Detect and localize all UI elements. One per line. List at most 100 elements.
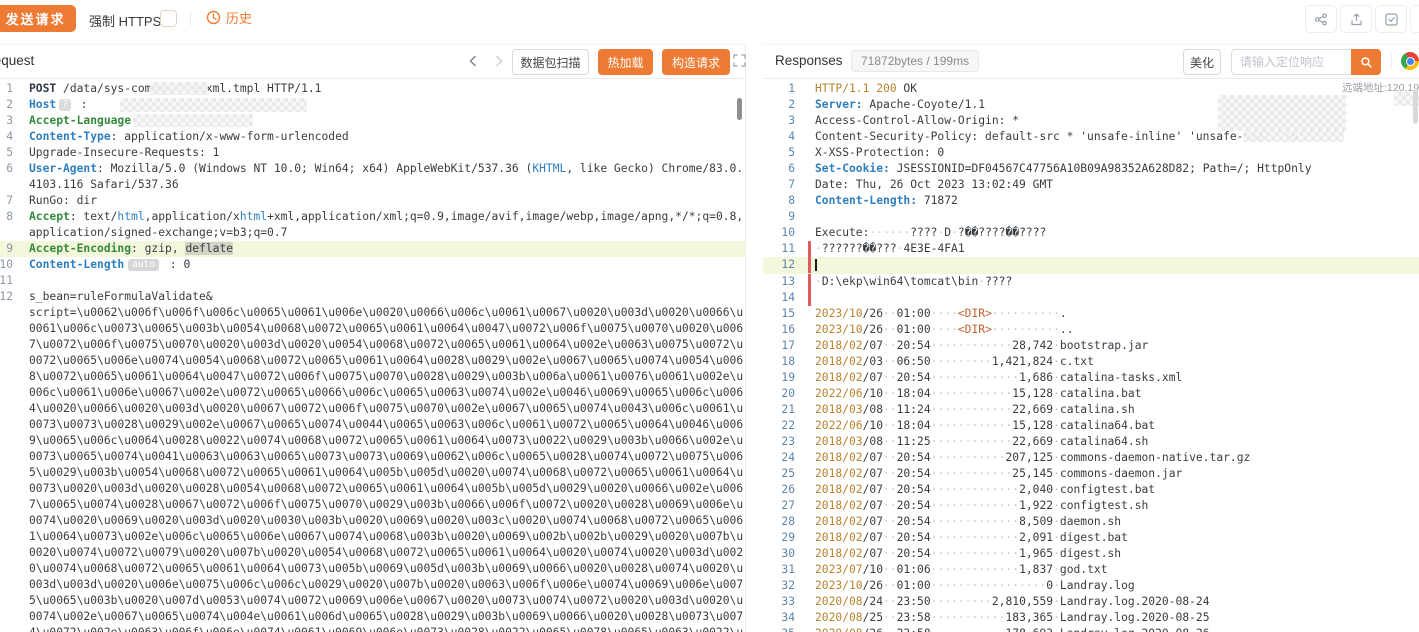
line-number: 16 xyxy=(763,322,795,338)
blur-overlay xyxy=(133,114,253,127)
code-line: 342020/08/25··23:58···········183,365·La… xyxy=(763,610,1419,626)
line-number: 10 xyxy=(0,257,13,273)
chevron-left-icon xyxy=(466,54,484,68)
code-line: 202022/06/10··18:04············15,128·ca… xyxy=(763,386,1419,402)
code-line: 12 xyxy=(763,257,1419,274)
code-line: 212018/03/08··11:24············22,669·ca… xyxy=(763,402,1419,418)
check-square-icon xyxy=(1385,13,1398,26)
line-number: 24 xyxy=(763,450,795,466)
line-number: 1 xyxy=(0,81,13,97)
code-line: 192018/02/07··20:54·············1,686·ca… xyxy=(763,370,1419,386)
header-divider xyxy=(1391,54,1392,69)
line-number: 30 xyxy=(763,546,795,562)
response-panel-header: Responses 71872bytes / 199ms 美化 xyxy=(763,45,1419,79)
share-icon xyxy=(1314,13,1328,26)
code-line: 8Content-Length: 71872 xyxy=(763,193,1419,209)
response-panel-title: Responses xyxy=(775,53,843,68)
code-line: 222022/06/10··18:04············15,128·ca… xyxy=(763,418,1419,434)
beautify-button[interactable]: 美化 xyxy=(1183,49,1221,75)
text-cursor xyxy=(815,259,817,271)
line-number: 3 xyxy=(763,113,795,129)
line-number: 8 xyxy=(0,209,13,241)
history-label: 历史 xyxy=(226,8,252,27)
line-number: 17 xyxy=(763,338,795,354)
response-search-button[interactable] xyxy=(1351,49,1381,75)
build-request-button[interactable]: 构造请求 xyxy=(662,49,730,75)
line-number: 29 xyxy=(763,530,795,546)
code-line: 272018/02/07··20:54·············1,922·co… xyxy=(763,498,1419,514)
history-button[interactable]: 历史 xyxy=(206,8,252,27)
code-line: 3Accept-Language: xyxy=(0,113,745,129)
share-button[interactable] xyxy=(1305,5,1337,33)
code-line: 4Content-Type: application/x-www-form-ur… xyxy=(0,129,745,145)
line-number: 8 xyxy=(763,193,795,209)
clipped-toolbar-button[interactable] xyxy=(1410,5,1419,33)
export-icon xyxy=(1350,13,1363,26)
line-number xyxy=(0,305,13,632)
chevron-right-icon xyxy=(492,54,510,68)
blur-overlay xyxy=(150,82,208,95)
line-number: 10 xyxy=(763,225,795,241)
line-number: 11 xyxy=(0,273,13,289)
line-number: 28 xyxy=(763,514,795,530)
clock-icon xyxy=(206,10,221,25)
code-line: 152023/10/26··01:00····<DIR>··········. xyxy=(763,306,1419,322)
packet-scan-button[interactable]: 数据包扫描 xyxy=(512,49,589,75)
line-number: 9 xyxy=(0,241,13,257)
code-line: 242018/02/07··20:54···········207,125·co… xyxy=(763,450,1419,466)
line-number: 27 xyxy=(763,498,795,514)
hot-reload-button[interactable]: 热加载 xyxy=(598,49,653,75)
request-panel: Request 数据包扫描 热加载 构造请求 1POST /data/sys-c… xyxy=(0,44,746,632)
code-line: 292018/02/07··20:54·············2,091·di… xyxy=(763,530,1419,546)
code-line: 6User-Agent: Mozilla/5.0 (Windows NT 10.… xyxy=(0,161,745,193)
line-number: 4 xyxy=(0,129,13,145)
code-line: 262018/02/07··20:54·············2,040·co… xyxy=(763,482,1419,498)
code-line: 10Execute:······????·D·?��????��???? xyxy=(763,225,1419,241)
chrome-icon[interactable] xyxy=(1401,52,1419,70)
code-line: 352020/08/26··23:58···········178,693·La… xyxy=(763,626,1419,632)
line-number: 4 xyxy=(763,129,795,145)
expand-button[interactable] xyxy=(733,54,746,67)
code-line: 322023/10/26··01:00·················0·La… xyxy=(763,578,1419,594)
request-scrollbar-thumb[interactable] xyxy=(737,98,742,120)
line-number: 11 xyxy=(763,241,795,257)
line-number: 20 xyxy=(763,386,795,402)
code-line: 13·D:\ekp\win64\tomcat\bin·???? xyxy=(763,274,1419,290)
response-scrollbar-thumb[interactable] xyxy=(1413,90,1418,124)
force-https-checkbox[interactable] xyxy=(160,10,177,27)
expand-icon xyxy=(733,54,746,67)
code-line: 9Accept-Encoding: gzip, deflate xyxy=(0,241,745,257)
blur-overlay xyxy=(1218,95,1346,131)
force-https-label: 强制 HTTPS xyxy=(89,11,161,30)
export-button[interactable] xyxy=(1340,5,1372,33)
line-number: 9 xyxy=(763,209,795,225)
code-line: 2Host? : xyxy=(0,97,745,113)
next-request-button[interactable] xyxy=(492,52,510,70)
line-number: 33 xyxy=(763,594,795,610)
request-panel-header: Request 数据包扫描 热加载 构造请求 xyxy=(0,45,745,79)
response-editor[interactable]: 1HTTP/1.1 200 OK2Server: Apache-Coyote/1… xyxy=(763,81,1419,632)
code-line: 11·??????��???·4E3E-4FA1 xyxy=(763,241,1419,257)
code-line: 9 xyxy=(763,209,1419,225)
code-line: 172018/02/07··20:54············28,742·bo… xyxy=(763,338,1419,354)
line-number: 21 xyxy=(763,402,795,418)
line-number: 22 xyxy=(763,418,795,434)
line-number: 14 xyxy=(763,290,795,306)
code-line: 182018/02/03··06:50·········1,421,824·c.… xyxy=(763,354,1419,370)
line-number: 25 xyxy=(763,466,795,482)
line-number: 12 xyxy=(0,289,13,305)
line-number: 3 xyxy=(0,113,13,129)
send-request-button[interactable]: 发送请求 xyxy=(0,5,76,32)
request-panel-title: Request xyxy=(0,53,34,68)
prev-request-button[interactable] xyxy=(466,52,484,70)
request-editor[interactable]: 1POST /data/sys-common/treexml.tmpl HTTP… xyxy=(0,81,745,632)
response-search-input[interactable] xyxy=(1231,49,1352,75)
select-check-button[interactable] xyxy=(1375,5,1407,33)
line-number: 5 xyxy=(763,145,795,161)
toolbar-divider xyxy=(190,11,191,26)
code-line: 302018/02/07··20:54·············1,965·di… xyxy=(763,546,1419,562)
line-number: 7 xyxy=(0,193,13,209)
app-window: { "toolbar": { "send": "发送请求", "force_ht… xyxy=(0,0,1419,631)
line-number: 7 xyxy=(763,177,795,193)
code-line: 12s_bean=ruleFormulaValidate& xyxy=(0,289,745,305)
